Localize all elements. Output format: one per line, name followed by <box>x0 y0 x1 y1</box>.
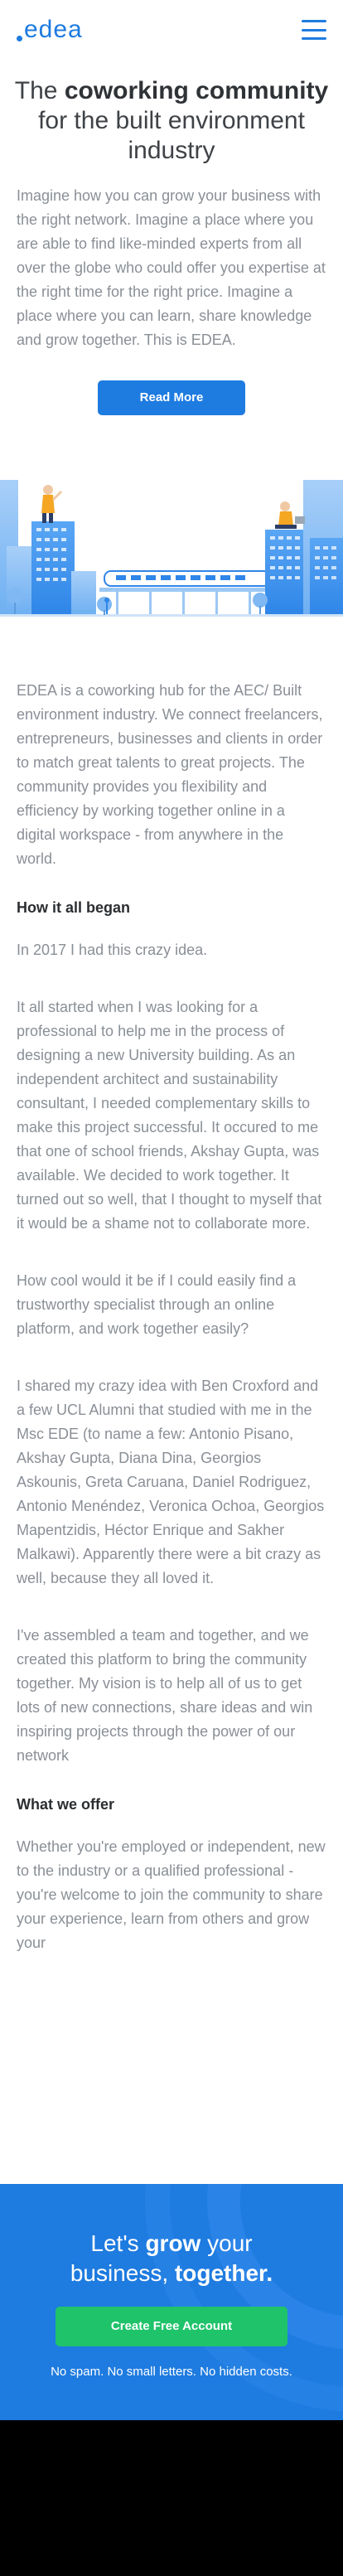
menu-bar <box>302 20 326 22</box>
read-more-button[interactable]: Read More <box>98 380 245 415</box>
city-illustration <box>0 430 343 637</box>
site-header: edea <box>0 0 343 60</box>
hero-title-bold: coworking community <box>64 77 329 104</box>
page: edea The coworking community for the bui… <box>0 0 343 2576</box>
menu-bar <box>302 28 326 31</box>
cta-l2b: together. <box>174 2260 273 2286</box>
hero-button-wrap: Read More <box>0 352 343 415</box>
logo[interactable]: edea <box>17 16 83 44</box>
story-paragraph-3: How cool would it be if I could easily f… <box>17 1272 297 1337</box>
footer-black <box>0 2420 343 2576</box>
logo-text: edea <box>24 16 83 43</box>
intro-text: EDEA is a coworking hub for the AEC/ Bui… <box>17 682 323 867</box>
story-paragraph-5: I've assembled a team and together, and … <box>17 1627 313 1764</box>
cta-l2a: business, <box>70 2260 175 2286</box>
story-paragraph-4: I shared my crazy idea with Ben Croxford… <box>17 1378 325 1586</box>
city-illustration-svg <box>0 480 343 617</box>
hero-title: The coworking community for the built en… <box>0 60 343 166</box>
signup-cta-section: Let's grow your business, together. Crea… <box>0 2184 343 2420</box>
cta-l1c: your <box>200 2230 253 2256</box>
what-we-offer-title: What we offer <box>17 1796 115 1813</box>
hamburger-menu-icon[interactable] <box>302 20 326 40</box>
story-paragraph-1: In 2017 I had this crazy idea. <box>17 942 208 958</box>
hero-title-post: for the built environment industry <box>38 107 305 164</box>
cta-l1b: grow <box>145 2230 201 2256</box>
hero-text: Imagine how you can grow your business w… <box>17 187 326 348</box>
cta-title: Let's grow your business, together. <box>0 2184 343 2288</box>
menu-bar <box>302 37 326 40</box>
how-it-began-title: How it all began <box>17 899 131 916</box>
cta-l1a: Let's <box>90 2230 146 2256</box>
offer-text: Whether you're employed or independent, … <box>17 1838 326 1951</box>
logo-dot-icon <box>17 35 22 41</box>
create-free-account-button[interactable]: Create Free Account <box>56 2307 287 2346</box>
story-paragraph-2: It all started when I was looking for a … <box>17 999 322 1232</box>
cta-note: No spam. No small letters. No hidden cos… <box>51 2365 292 2379</box>
hero-title-pre: The <box>14 77 65 104</box>
